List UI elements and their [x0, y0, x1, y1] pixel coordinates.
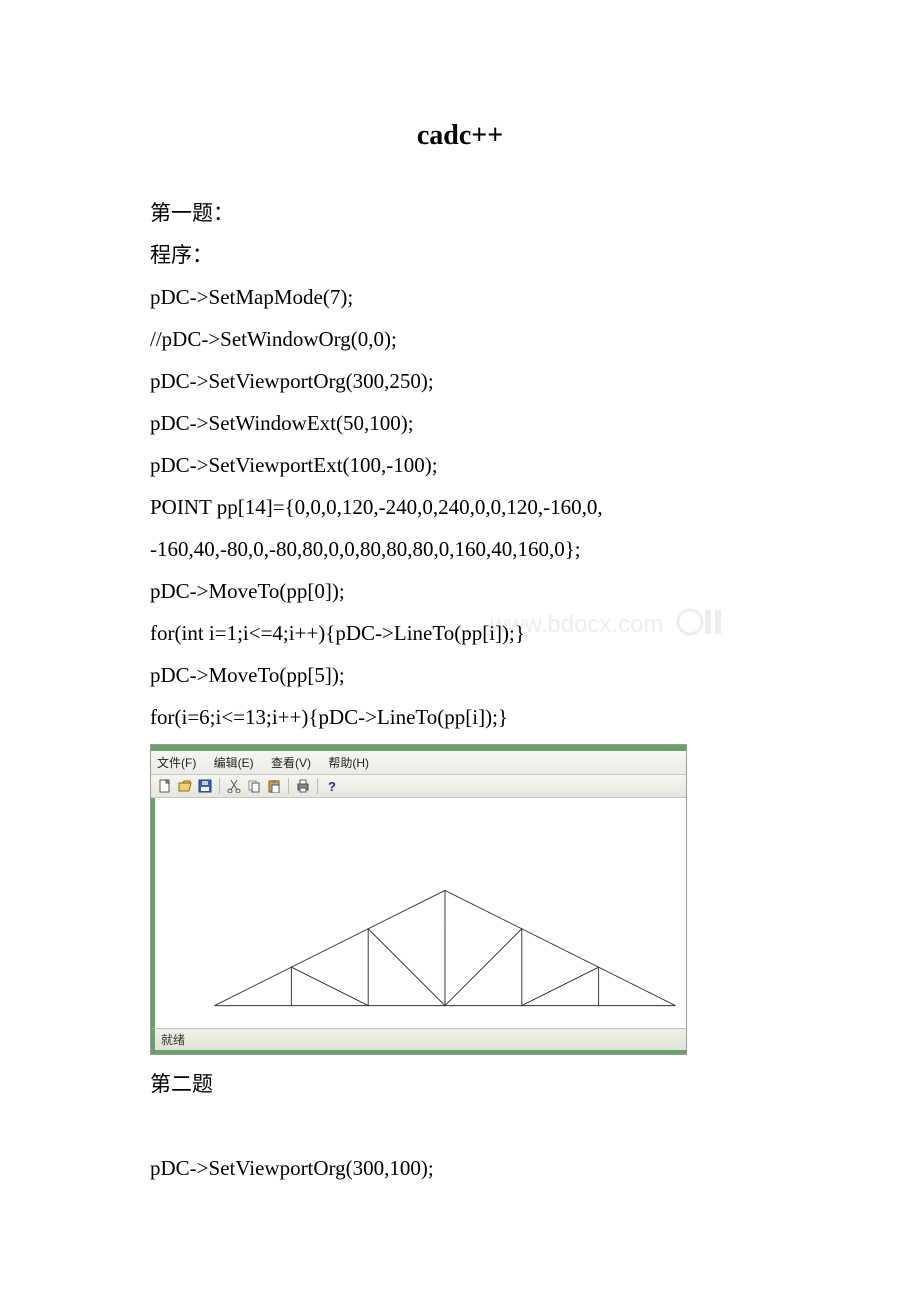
code-line: pDC->SetMapMode(7);	[150, 276, 770, 318]
menu-view[interactable]: 查看(V)	[271, 756, 311, 770]
code-line: pDC->SetViewportOrg(300,100);	[150, 1147, 770, 1189]
code-line: POINT pp[14]={0,0,0,120,-240,0,240,0,0,1…	[150, 486, 770, 528]
toolbar-separator	[288, 778, 289, 794]
print-icon[interactable]	[295, 778, 311, 794]
window-frame-bottom	[151, 1050, 686, 1054]
menubar: 文件(F) 编辑(E) 查看(V) 帮助(H)	[151, 751, 686, 775]
app-screenshot: 文件(F) 编辑(E) 查看(V) 帮助(H)	[150, 744, 687, 1055]
code-line: -160,40,-80,0,-80,80,0,0,80,80,80,0,160,…	[150, 528, 770, 570]
help-icon[interactable]: ?	[324, 778, 340, 794]
paste-icon[interactable]	[266, 778, 282, 794]
page: cadc++ 第一题： 程序： pDC->SetMapMode(7); //pD…	[0, 0, 920, 1249]
code-line: for(int i=1;i<=4;i++){pDC->LineTo(pp[i])…	[150, 612, 770, 654]
menu-edit[interactable]: 编辑(E)	[214, 756, 254, 770]
page-title: cadc++	[150, 120, 770, 152]
code-line: pDC->SetViewportOrg(300,250);	[150, 360, 770, 402]
code-line: for(i=6;i<=13;i++){pDC->LineTo(pp[i]);}	[150, 696, 770, 738]
open-icon[interactable]	[177, 778, 193, 794]
toolbar-separator	[317, 778, 318, 794]
spacer	[150, 1105, 770, 1147]
question-1-heading: 第一题：	[150, 192, 770, 234]
code-text: for(int i=1;i<=4;i++){pDC->LineTo(pp[i])…	[150, 621, 525, 645]
code-line: pDC->MoveTo(pp[0]);	[150, 570, 770, 612]
save-icon[interactable]	[197, 778, 213, 794]
program-label: 程序：	[150, 234, 770, 276]
code-line: pDC->SetWindowExt(50,100);	[150, 402, 770, 444]
toolbar-separator	[219, 778, 220, 794]
drawing-canvas	[151, 798, 686, 1028]
svg-text:?: ?	[328, 779, 336, 793]
toolbar: ?	[151, 775, 686, 798]
truss-drawing	[205, 878, 685, 1018]
cut-icon[interactable]	[226, 778, 242, 794]
question-2-heading: 第二题	[150, 1063, 770, 1105]
menu-file[interactable]: 文件(F)	[157, 756, 196, 770]
code-line: //pDC->SetWindowOrg(0,0);	[150, 318, 770, 360]
window-inner: 文件(F) 编辑(E) 查看(V) 帮助(H)	[151, 751, 686, 1050]
statusbar: 就绪	[151, 1028, 686, 1050]
code-line: pDC->MoveTo(pp[5]);	[150, 654, 770, 696]
menu-help[interactable]: 帮助(H)	[328, 756, 369, 770]
status-text: 就绪	[161, 1033, 185, 1047]
copy-icon[interactable]	[246, 778, 262, 794]
new-icon[interactable]	[157, 778, 173, 794]
watermark-icon: www.bdocx.com	[490, 606, 730, 642]
code-line: pDC->SetViewportExt(100,-100);	[150, 444, 770, 486]
